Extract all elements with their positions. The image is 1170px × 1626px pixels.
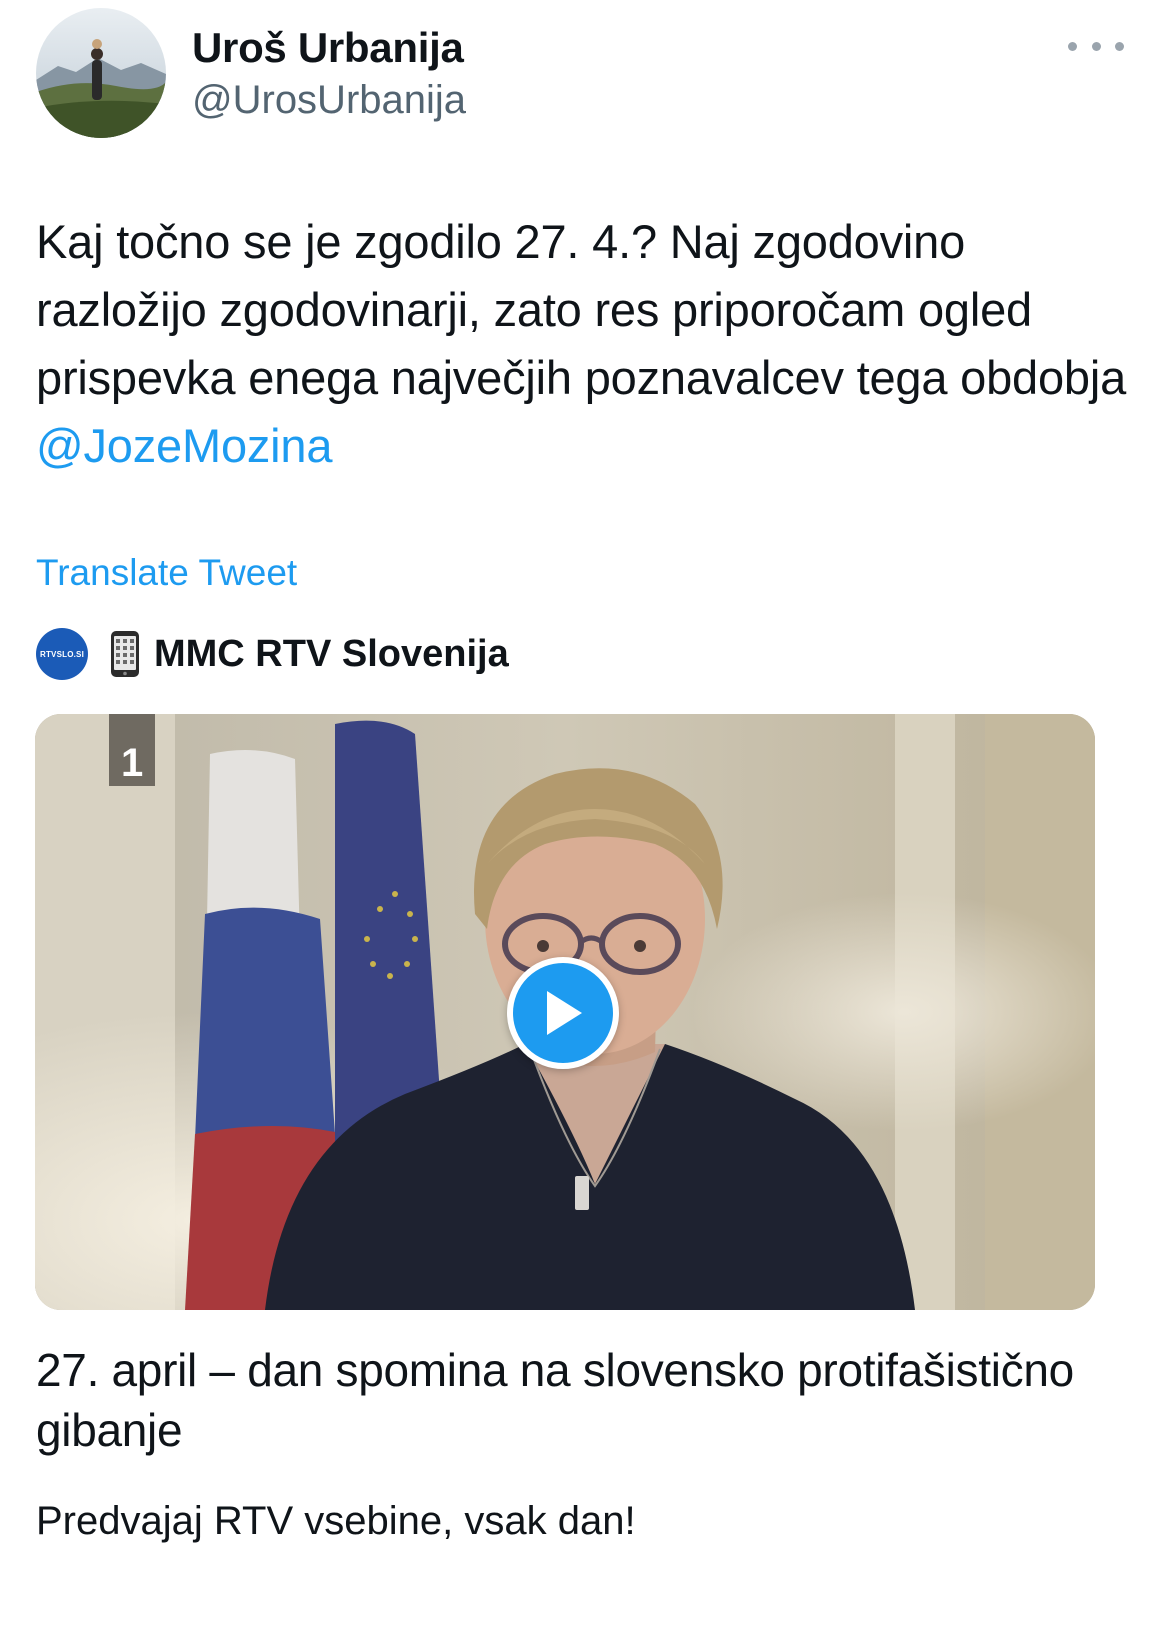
author-display-name[interactable]: Uroš Urbanija (192, 22, 464, 74)
play-button[interactable] (507, 957, 619, 1069)
card-title[interactable]: 27. april – dan spomina na slovensko pro… (36, 1340, 1136, 1460)
card-source[interactable]: RTVSLO.SI MMC RTV Slovenija (36, 626, 509, 682)
tweet-text: Kaj točno se je zgodilo 27. 4.? Naj zgod… (36, 208, 1136, 480)
translate-tweet-link[interactable]: Translate Tweet (36, 548, 297, 598)
mobile-phone-icon (110, 630, 140, 678)
more-options-button[interactable] (1068, 32, 1124, 60)
mention-link[interactable]: @JozeMozina (36, 419, 333, 472)
card-description: Predvajaj RTV vsebine, vsak dan! (36, 1499, 636, 1543)
avatar-image (36, 8, 166, 138)
author-handle[interactable]: @UrosUrbanija (192, 74, 466, 126)
source-logo: RTVSLO.SI (36, 628, 88, 680)
more-horizontal-icon (1068, 41, 1077, 51)
channel-badge: 1 (121, 741, 143, 785)
source-name: MMC RTV Slovenija (154, 632, 509, 675)
tweet-body-text: Kaj točno se je zgodilo 27. 4.? Naj zgod… (36, 215, 1127, 404)
play-icon (547, 991, 582, 1035)
more-dot (1115, 41, 1124, 51)
avatar[interactable] (36, 8, 166, 138)
more-dot (1091, 41, 1101, 51)
